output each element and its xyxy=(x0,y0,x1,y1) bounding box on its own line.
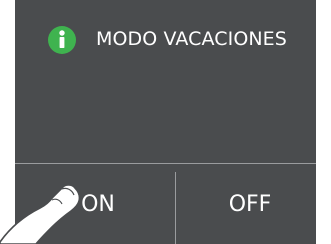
off-button[interactable]: OFF xyxy=(176,164,316,244)
info-icon xyxy=(48,26,76,54)
dialog-body xyxy=(15,62,316,163)
on-button-label: ON xyxy=(81,191,115,217)
dialog-header: MODO VACACIONES xyxy=(15,0,316,62)
off-button-label: OFF xyxy=(228,191,272,217)
vacation-mode-dialog: MODO VACACIONES ON OFF xyxy=(15,0,316,244)
on-button[interactable]: ON xyxy=(15,164,175,244)
dialog-title: MODO VACACIONES xyxy=(96,28,287,50)
